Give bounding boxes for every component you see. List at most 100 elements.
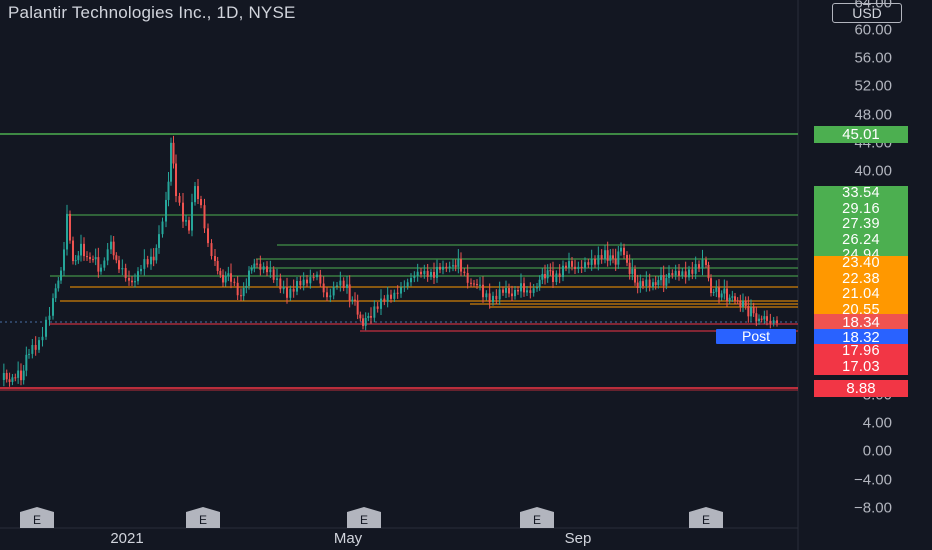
candle-body (276, 278, 278, 280)
candle-body (66, 213, 68, 250)
candle-body (299, 280, 302, 286)
candle-body (694, 264, 697, 274)
candle-body (155, 247, 158, 261)
candle-body (370, 316, 372, 318)
candle-body (466, 272, 469, 283)
candle-body (92, 259, 94, 261)
candle-body (86, 256, 88, 258)
candle-body (14, 377, 17, 379)
candle-body (555, 273, 558, 283)
candle-body (684, 271, 687, 278)
candle-body (482, 284, 484, 298)
candle-body (52, 298, 54, 316)
orange-level-stack: 23.40 22.38 21.04 20.55 (814, 255, 908, 318)
candle-body (662, 275, 665, 286)
candle-body (346, 284, 348, 288)
candle-body (678, 270, 680, 276)
candle-body (262, 266, 265, 270)
candle-body (8, 379, 11, 382)
candle-body (146, 259, 149, 265)
candle-body (763, 316, 766, 320)
candle-body (182, 202, 184, 222)
candle-body (606, 250, 609, 261)
candle-body (463, 271, 466, 273)
candle-body (60, 270, 62, 281)
candle-body (639, 281, 642, 288)
price-tick: 40.00 (854, 162, 892, 180)
candle-body (137, 271, 139, 282)
candle-body (332, 286, 335, 296)
candle-body (134, 281, 136, 283)
candle-body (718, 287, 720, 298)
price-tick: −4.00 (854, 471, 892, 489)
price-tick: −8.00 (854, 499, 892, 517)
candle-body (2, 373, 5, 380)
candle-body (380, 298, 382, 309)
candle-body (94, 257, 97, 260)
candle-body (642, 281, 644, 287)
candle-body (433, 272, 435, 278)
candle-body (396, 292, 399, 294)
candle-body (80, 243, 82, 256)
candle-body (688, 269, 690, 278)
candle-body (322, 283, 325, 293)
candle-body (326, 292, 328, 298)
candle-body (115, 255, 118, 261)
candle-body (72, 240, 74, 262)
time-tick: Sep (564, 530, 592, 547)
candle-body (245, 285, 248, 288)
candle-body (45, 319, 47, 337)
level-badge: 21.04 (842, 286, 880, 302)
candle-body (279, 278, 282, 290)
candle-body (309, 277, 312, 284)
price-chart[interactable] (0, 0, 932, 550)
candle-body (83, 243, 85, 257)
time-tick: 2021 (110, 530, 144, 547)
candle-body (219, 270, 222, 275)
candle-body (248, 270, 250, 286)
candle-body (140, 268, 142, 272)
candle-body (256, 263, 258, 265)
earnings-icon[interactable]: E (20, 507, 54, 528)
level-badge: 22.38 (842, 270, 880, 287)
candle-body (172, 142, 175, 164)
candle-body (505, 288, 507, 293)
candle-body (657, 280, 660, 286)
candle-body (439, 266, 441, 270)
candle-body (485, 293, 488, 298)
candle-body (383, 298, 386, 302)
candle-body (739, 301, 742, 307)
earnings-icon[interactable]: E (689, 507, 723, 528)
candle-body (200, 199, 202, 206)
candle-body (11, 377, 14, 382)
candle-body (514, 290, 516, 297)
candle-body (410, 278, 412, 283)
candle-body (178, 196, 181, 203)
candle-body (523, 283, 525, 293)
candle-body (742, 300, 744, 307)
red-level-stack: 17.96 17.03 (814, 343, 908, 375)
candle-body (100, 267, 102, 272)
candle-body (454, 265, 457, 267)
candle-body (636, 282, 639, 288)
candle-body (571, 261, 573, 267)
candle-body (728, 297, 731, 302)
candle-body (623, 247, 625, 255)
price-tick: 64.00 (854, 0, 892, 12)
candle-body (648, 279, 651, 287)
candle-body (210, 243, 213, 257)
candle-body (20, 370, 22, 381)
candle-body (776, 320, 778, 324)
candle-body (536, 287, 538, 289)
earnings-icon[interactable]: E (520, 507, 554, 528)
candle-body (289, 288, 292, 298)
candle-body (457, 259, 460, 267)
candle-body (758, 318, 760, 322)
candle-body (445, 266, 448, 269)
candle-body (674, 270, 677, 276)
candle-body (426, 270, 429, 277)
earnings-icon[interactable]: E (347, 507, 381, 528)
candle-body (712, 291, 715, 293)
earnings-icon[interactable]: E (186, 507, 220, 528)
candle-body (292, 288, 295, 292)
